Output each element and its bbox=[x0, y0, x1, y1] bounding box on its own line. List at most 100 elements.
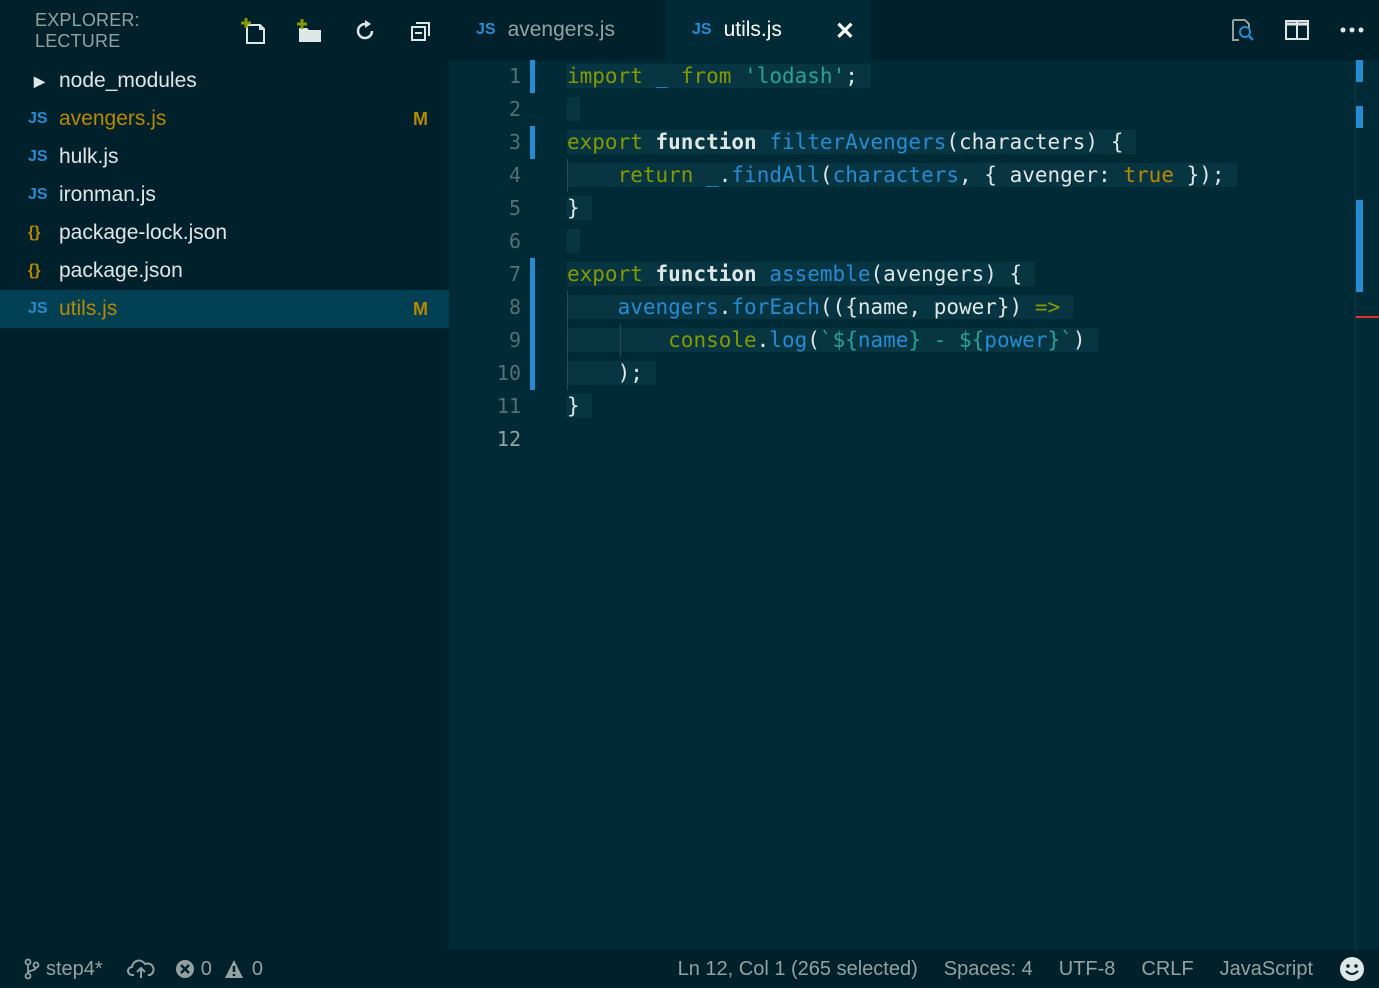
cursor-position[interactable]: Ln 12, Col 1 (265 selected) bbox=[678, 950, 918, 988]
split-editor-icon bbox=[1284, 20, 1309, 40]
branch-indicator[interactable]: step4* bbox=[24, 950, 103, 988]
code-line: } bbox=[567, 394, 593, 418]
line-number: 2 bbox=[508, 97, 521, 121]
tree-file-hulk[interactable]: JS hulk.js bbox=[0, 138, 449, 176]
branch-name: step4* bbox=[46, 957, 103, 980]
language-label: JavaScript bbox=[1219, 957, 1313, 980]
feedback-button[interactable] bbox=[1339, 950, 1365, 988]
line-number: 10 bbox=[496, 361, 521, 385]
smiley-icon bbox=[1340, 957, 1364, 981]
tab-label: utils.js bbox=[723, 18, 782, 41]
code-area[interactable]: import _ from 'lodash'; export function … bbox=[567, 60, 1238, 456]
js-file-icon: JS bbox=[28, 148, 48, 165]
tree-file-package-lock[interactable]: {} package-lock.json bbox=[0, 214, 449, 252]
tree-file-ironman[interactable]: JS ironman.js bbox=[0, 176, 449, 214]
git-modified-marker bbox=[530, 126, 535, 159]
code-line: avengers.forEach(({name, power}) => bbox=[567, 291, 1237, 324]
modified-badge: M bbox=[413, 298, 428, 319]
explorer-title: EXPLORER: LECTURE bbox=[35, 10, 140, 51]
editor-actions bbox=[1214, 0, 1379, 60]
tree-file-package[interactable]: {} package.json bbox=[0, 252, 449, 290]
status-bar: step4* 0 0 Ln 12, Col 1 (265 selected) S… bbox=[0, 950, 1379, 988]
code-line: import _ from 'lodash'; bbox=[567, 64, 871, 88]
split-editor-button[interactable] bbox=[1269, 0, 1324, 60]
js-file-icon: JS bbox=[692, 21, 712, 38]
tree-item-label: package-lock.json bbox=[59, 221, 228, 244]
line-number: 5 bbox=[508, 196, 521, 220]
code-line: console.log(`${name} - ${power}`) bbox=[567, 324, 1237, 357]
code-line: export function assemble(avengers) { bbox=[567, 262, 1035, 286]
git-branch-icon bbox=[24, 958, 40, 980]
code-editor[interactable]: 1 2 3 4 5 6 7 8 9 10 11 12 import _ from… bbox=[449, 60, 1379, 950]
line-number: 4 bbox=[508, 163, 521, 187]
tab-avengers-js[interactable]: JS avengers.js bbox=[449, 0, 665, 60]
refresh-button[interactable] bbox=[337, 11, 393, 51]
error-marker bbox=[1356, 316, 1379, 318]
explorer-sidebar: EXPLORER: LECTURE ▶ node_modules JS aven… bbox=[0, 0, 449, 950]
overview-ruler[interactable] bbox=[1355, 60, 1356, 950]
status-right: Ln 12, Col 1 (265 selected) Spaces: 4 UT… bbox=[678, 950, 1379, 988]
indentation-label: Spaces: 4 bbox=[943, 957, 1033, 980]
problems-indicator[interactable]: 0 0 bbox=[175, 950, 263, 988]
js-file-icon: JS bbox=[476, 21, 496, 38]
explorer-actions bbox=[225, 11, 449, 51]
sync-button[interactable] bbox=[126, 950, 155, 988]
tree-item-label: node_modules bbox=[59, 69, 197, 92]
code-line bbox=[567, 93, 1237, 126]
encoding-selector[interactable]: UTF-8 bbox=[1059, 950, 1116, 988]
code-line bbox=[567, 225, 1237, 258]
tree-item-label: ironman.js bbox=[59, 183, 156, 206]
line-number: 12 bbox=[496, 427, 521, 451]
tab-utils-js[interactable]: JS utils.js ✕ bbox=[665, 0, 871, 60]
tree-file-utils[interactable]: JS utils.js M bbox=[0, 290, 449, 328]
line-number: 11 bbox=[496, 394, 521, 418]
editor-tabbar: JS avengers.js JS utils.js ✕ bbox=[449, 0, 1379, 60]
warning-icon bbox=[224, 960, 243, 978]
tree-item-label: hulk.js bbox=[59, 145, 119, 168]
code-line: } bbox=[567, 196, 593, 220]
code-line: ); bbox=[567, 357, 1237, 390]
tab-label: avengers.js bbox=[507, 18, 615, 41]
close-icon[interactable]: ✕ bbox=[835, 17, 855, 46]
refresh-icon bbox=[356, 20, 374, 40]
new-folder-button[interactable] bbox=[281, 11, 337, 51]
chevron-right-icon: ▶ bbox=[34, 72, 45, 89]
indentation-selector[interactable]: Spaces: 4 bbox=[944, 950, 1033, 988]
warning-count: 0 bbox=[251, 957, 263, 980]
collapse-all-button[interactable] bbox=[393, 11, 449, 51]
error-icon bbox=[175, 960, 194, 978]
cursor-position-label: Ln 12, Col 1 (265 selected) bbox=[677, 957, 918, 980]
git-modified-marker bbox=[530, 60, 535, 93]
more-actions-button[interactable] bbox=[1324, 0, 1379, 60]
open-changes-button[interactable] bbox=[1214, 0, 1269, 60]
json-file-icon: {} bbox=[28, 224, 41, 241]
line-number-gutter: 1 2 3 4 5 6 7 8 9 10 11 12 bbox=[449, 60, 529, 456]
new-folder-icon bbox=[297, 19, 321, 42]
tree-file-avengers[interactable]: JS avengers.js M bbox=[0, 100, 449, 138]
code-line: return _.findAll(characters, { avenger: … bbox=[567, 159, 1238, 192]
line-number: 6 bbox=[508, 229, 521, 253]
explorer-header: EXPLORER: LECTURE bbox=[0, 0, 449, 62]
json-file-icon: {} bbox=[28, 262, 41, 279]
new-file-button[interactable] bbox=[225, 11, 281, 51]
more-actions-icon bbox=[1340, 27, 1363, 33]
collapse-all-icon bbox=[411, 22, 430, 41]
language-selector[interactable]: JavaScript bbox=[1220, 950, 1313, 988]
line-number: 3 bbox=[508, 130, 521, 154]
tree-folder-node-modules[interactable]: ▶ node_modules bbox=[0, 62, 449, 100]
overview-marker bbox=[1356, 106, 1363, 128]
git-modified-marker bbox=[530, 258, 535, 390]
line-number: 1 bbox=[508, 64, 521, 88]
line-number: 7 bbox=[508, 262, 521, 286]
file-tree: ▶ node_modules JS avengers.js M JS hulk.… bbox=[0, 62, 449, 328]
cloud-upload-icon bbox=[126, 959, 155, 978]
eol-selector[interactable]: CRLF bbox=[1141, 950, 1193, 988]
code-line: export function filterAvengers(character… bbox=[567, 130, 1136, 154]
js-file-icon: JS bbox=[28, 300, 48, 317]
js-file-icon: JS bbox=[28, 110, 48, 127]
overview-marker bbox=[1356, 60, 1363, 82]
line-number: 9 bbox=[508, 328, 521, 352]
tree-item-label: utils.js bbox=[59, 297, 118, 320]
modified-badge: M bbox=[413, 108, 428, 129]
